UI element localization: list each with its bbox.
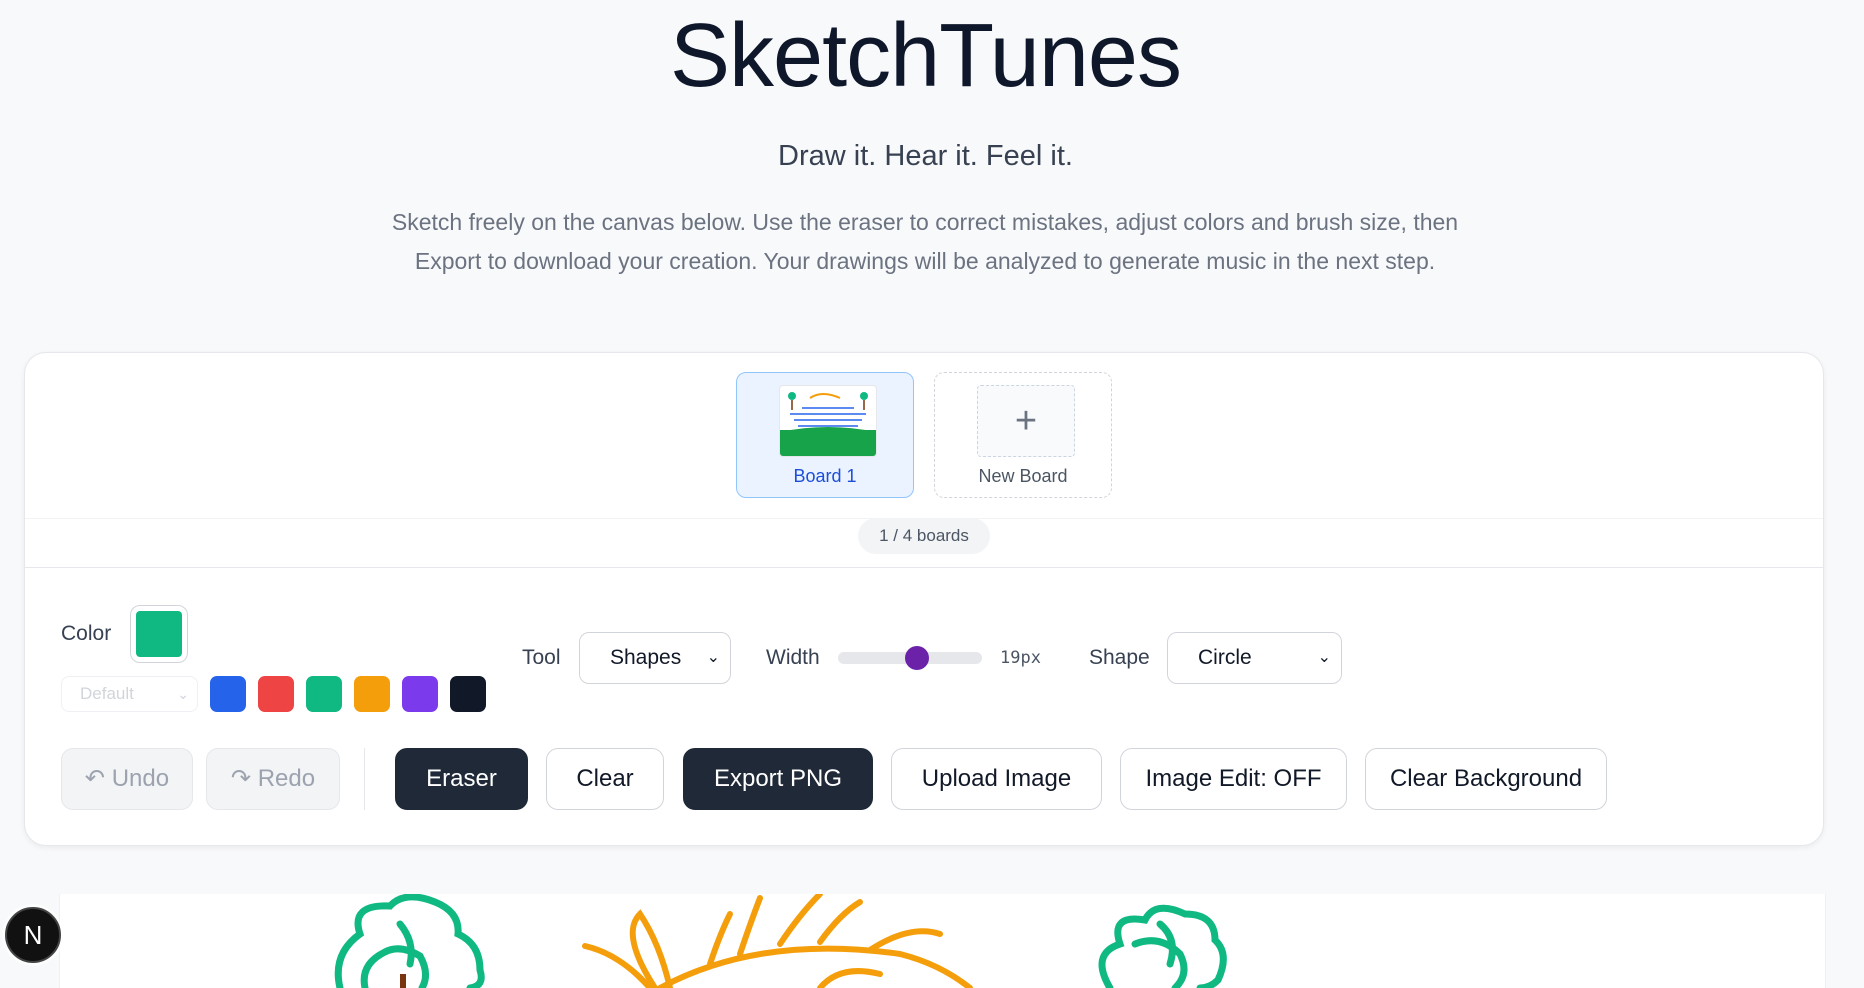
badge-letter: N	[23, 920, 43, 950]
new-board-button[interactable]: + New Board	[934, 372, 1112, 498]
width-value: 19px	[1000, 648, 1041, 668]
board-tab-1[interactable]: Board 1	[736, 372, 914, 498]
app-tagline: Draw it. Hear it. Feel it.	[778, 140, 1073, 172]
color-picker[interactable]	[130, 605, 188, 663]
boards-count-badge: 1 / 4 boards	[858, 518, 990, 554]
description-line-2: Export to download your creation. Your d…	[414, 248, 1436, 274]
export-png-button[interactable]: Export PNG	[683, 748, 873, 810]
app-title: SketchTunes	[670, 6, 1182, 106]
upload-image-button[interactable]: Upload Image	[891, 748, 1102, 810]
width-label: Width	[766, 646, 820, 669]
chevron-down-icon: ⌄	[706, 649, 720, 666]
undo-button[interactable]: ↶ Undo	[61, 748, 193, 810]
shape-select-value: Circle	[1198, 646, 1252, 669]
description-line-1: Sketch freely on the canvas below. Use t…	[391, 209, 1459, 235]
redo-button[interactable]: ↷ Redo	[206, 748, 340, 810]
divider	[25, 567, 1823, 568]
chevron-down-icon: ⌄	[177, 686, 189, 702]
swatch-red[interactable]	[258, 676, 294, 712]
palette-select-value: Default	[80, 684, 134, 703]
board-thumbnail	[779, 385, 877, 457]
swatch-purple[interactable]	[402, 676, 438, 712]
tool-label: Tool	[522, 646, 561, 669]
board-label: New Board	[978, 466, 1068, 486]
image-edit-toggle[interactable]: Image Edit: OFF	[1120, 748, 1347, 810]
current-color-preview	[136, 611, 182, 657]
dev-badge[interactable]: N	[5, 907, 61, 963]
app-description: Sketch freely on the canvas below. Use t…	[340, 203, 1510, 281]
swatch-green[interactable]	[306, 676, 342, 712]
tool-select[interactable]: Shapes ⌄	[579, 632, 731, 684]
drawing-canvas[interactable]	[59, 894, 1826, 988]
clear-background-button[interactable]: Clear Background	[1365, 748, 1607, 810]
width-slider-handle[interactable]	[905, 646, 930, 670]
palette-select[interactable]: Default ⌄	[61, 676, 198, 712]
eraser-button[interactable]: Eraser	[395, 748, 528, 810]
color-label: Color	[61, 622, 112, 645]
chevron-down-icon: ⌄	[1317, 649, 1331, 666]
canvas-strokes	[334, 894, 1227, 988]
clear-button[interactable]: Clear	[546, 748, 664, 810]
swatch-blue[interactable]	[210, 676, 246, 712]
shape-select[interactable]: Circle ⌄	[1167, 632, 1342, 684]
tool-select-value: Shapes	[610, 646, 682, 669]
board-label: Board 1	[793, 466, 857, 486]
shape-label: Shape	[1089, 646, 1150, 669]
plus-icon: +	[977, 385, 1075, 457]
divider	[364, 748, 365, 810]
swatch-black[interactable]	[450, 676, 486, 712]
swatch-orange[interactable]	[354, 676, 390, 712]
